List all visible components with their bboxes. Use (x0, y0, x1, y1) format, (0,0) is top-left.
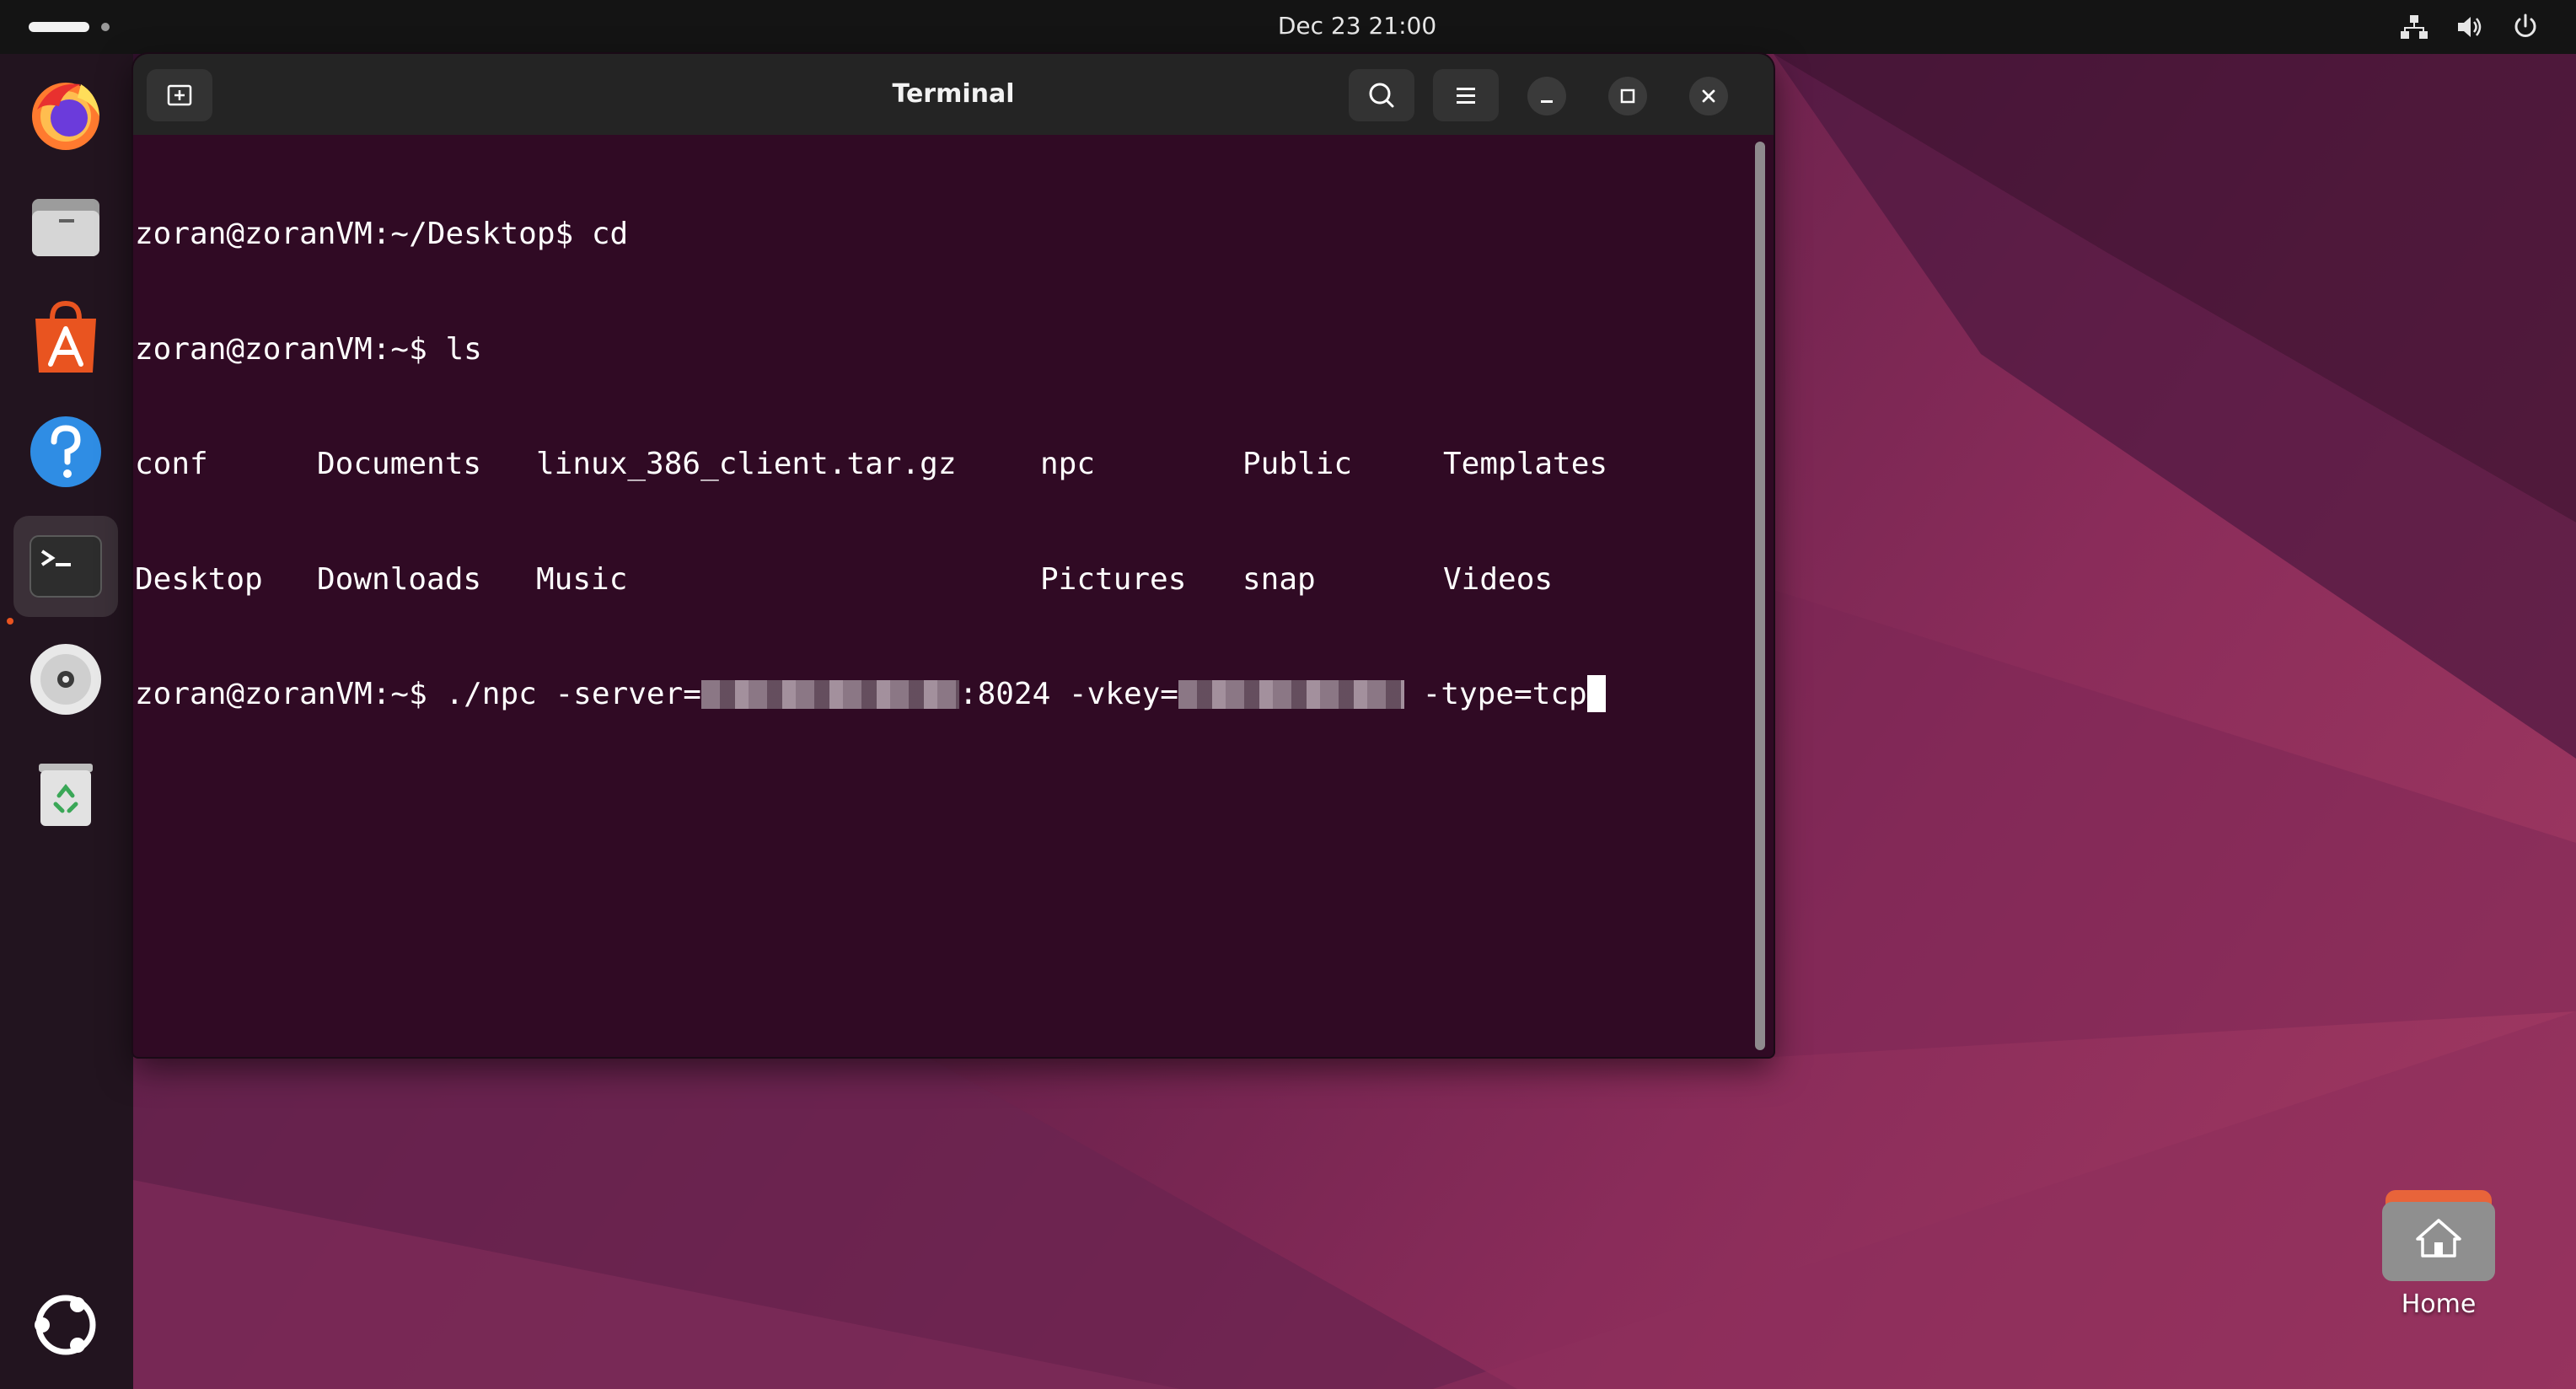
ls-output-row: Desktop Downloads Music Pictures snap Vi… (135, 560, 1753, 599)
terminal-command-line: zoran@zoranVM:~$ ./npc -server= :8024 -vk… (135, 675, 1753, 714)
app-center-icon (35, 300, 96, 373)
command-port-text: :8024 -vkey= (958, 677, 1178, 711)
search-icon (1369, 83, 1394, 108)
dock-item-files[interactable] (13, 175, 118, 276)
ls-entry: Pictures (1040, 561, 1187, 597)
dock-item-disc[interactable] (13, 629, 118, 730)
disc-icon (30, 644, 101, 715)
ls-entry: Public (1242, 447, 1353, 481)
terminal-headerbar[interactable]: Terminal (133, 54, 1774, 135)
command-type-text: -type=tcp (1403, 677, 1587, 711)
power-icon[interactable] (2510, 12, 2541, 42)
activities-indicator[interactable] (29, 22, 89, 32)
dock-item-terminal[interactable] (13, 516, 118, 617)
maximize-button[interactable] (1608, 77, 1647, 115)
minimize-icon (1541, 100, 1553, 103)
clock[interactable]: Dec 23 21:00 (1180, 0, 1534, 54)
terminal-line-text: zoran@zoranVM:~$ ls (135, 331, 482, 367)
redacted-server-address (700, 680, 959, 709)
dock (0, 54, 133, 1389)
close-button[interactable] (1689, 77, 1728, 115)
dock-item-trash[interactable] (13, 742, 118, 843)
redacted-vkey (1178, 680, 1404, 709)
new-tab-button[interactable] (147, 69, 212, 121)
menu-button[interactable] (1433, 69, 1499, 121)
ls-entry: Templates (1443, 447, 1608, 481)
terminal-scrollbar[interactable] (1755, 142, 1765, 1050)
new-tab-icon (167, 84, 192, 106)
minimize-button[interactable] (1527, 77, 1566, 115)
network-icon[interactable] (2399, 12, 2429, 42)
terminal-line-text: zoran@zoranVM:~/Desktop$ cd (135, 217, 629, 251)
top-bar: Dec 23 21:00 (0, 0, 2576, 54)
help-icon (30, 416, 101, 487)
ls-entry: Documents (317, 447, 482, 481)
ls-entry: Desktop (135, 561, 263, 597)
text-cursor (1586, 675, 1606, 712)
running-indicator (7, 618, 13, 625)
terminal-window: Terminal zoran@zoranVM:~/Desktop$ cd zor… (133, 54, 1774, 1057)
ls-entry: conf (135, 447, 208, 481)
ls-entry: npc (1040, 447, 1096, 481)
dock-item-app-center[interactable] (13, 288, 118, 389)
terminal-line: zoran@zoranVM:~$ ls (135, 330, 1753, 369)
maximize-icon (1620, 88, 1635, 104)
close-icon (1702, 89, 1715, 103)
show-apps-button[interactable] (13, 1274, 118, 1376)
ls-entry: Videos (1443, 561, 1554, 597)
home-folder-label[interactable]: Home (2352, 1290, 2525, 1328)
ls-entry: linux_386_client.tar.gz (536, 447, 957, 481)
terminal-line: zoran@zoranVM:~/Desktop$ cd (135, 215, 1753, 254)
ls-output-row: conf Documents linux_386_client.tar.gz n… (135, 445, 1753, 484)
volume-icon[interactable] (2455, 12, 2485, 42)
terminal-icon (30, 535, 102, 598)
dock-item-help[interactable] (13, 401, 118, 502)
firefox-icon (32, 83, 99, 150)
trash-icon (39, 764, 93, 826)
ls-entry: Music (536, 561, 628, 597)
terminal-output[interactable]: zoran@zoranVM:~/Desktop$ cd zoran@zoranV… (135, 138, 1753, 1054)
dock-item-firefox[interactable] (13, 62, 118, 164)
ls-entry: Downloads (317, 561, 482, 597)
workspace-dot[interactable] (101, 23, 110, 31)
home-folder-icon[interactable] (2379, 1183, 2498, 1284)
hamburger-icon (1457, 88, 1475, 104)
ls-entry: snap (1242, 561, 1316, 597)
files-icon (32, 199, 99, 256)
command-prompt-text: zoran@zoranVM:~$ ./npc -server= (135, 677, 701, 711)
ubuntu-logo-icon (35, 1295, 96, 1355)
search-button[interactable] (1349, 69, 1414, 121)
window-title: Terminal (892, 79, 1015, 109)
